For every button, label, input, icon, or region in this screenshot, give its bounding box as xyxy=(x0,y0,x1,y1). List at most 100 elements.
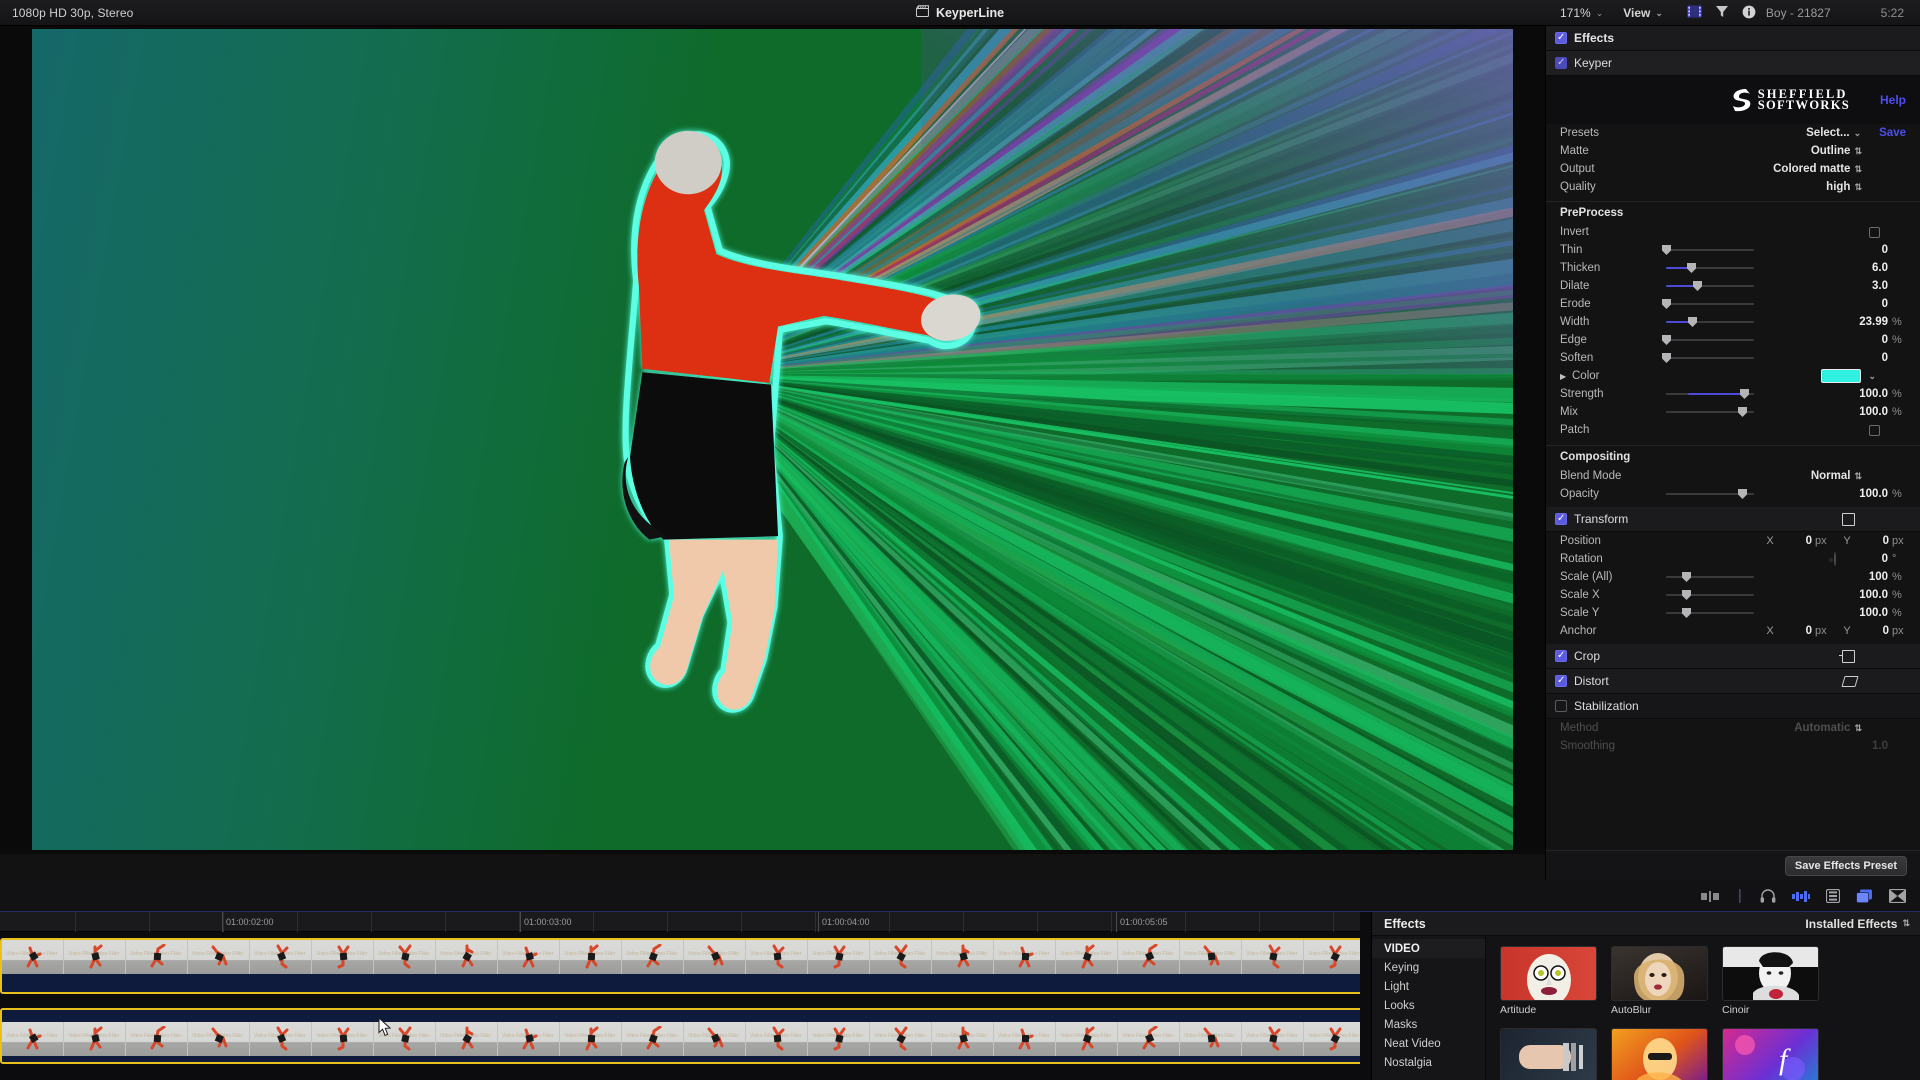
thicken-value[interactable]: 6.0 xyxy=(1848,262,1888,274)
crop-onscreen-controls-icon[interactable] xyxy=(1842,650,1855,663)
distort-onscreen-controls-icon[interactable] xyxy=(1841,676,1858,687)
color-inspector-icon[interactable] xyxy=(1715,5,1729,21)
width-value[interactable]: 23.99 xyxy=(1848,316,1888,328)
matte-dropdown[interactable]: Outline ⇅ xyxy=(1811,145,1862,157)
keyper-enable-checkbox[interactable] xyxy=(1555,57,1567,69)
strength-slider[interactable] xyxy=(1666,388,1754,400)
info-inspector-icon[interactable] xyxy=(1742,5,1756,22)
opacity-slider[interactable] xyxy=(1666,488,1754,500)
cinoir-thumb[interactable] xyxy=(1722,946,1819,1001)
scale-all-value[interactable]: 100 xyxy=(1848,571,1888,583)
effects-category-looks[interactable]: Looks xyxy=(1372,996,1485,1015)
soften-slider[interactable] xyxy=(1666,352,1754,364)
effect-item[interactable]: AutoBlur xyxy=(1611,946,1708,1016)
dilate-slider[interactable] xyxy=(1666,280,1754,292)
clip-appearance-icon[interactable] xyxy=(1826,889,1840,903)
dilate-value[interactable]: 3.0 xyxy=(1848,280,1888,292)
rotation-dial[interactable] xyxy=(1834,552,1836,566)
audio-skimming-icon[interactable] xyxy=(1760,889,1776,903)
mix-value[interactable]: 100.0 xyxy=(1848,406,1888,418)
soften-value[interactable]: 0 xyxy=(1848,352,1888,364)
scale-y-slider[interactable] xyxy=(1666,607,1754,619)
effects-category-neat-video[interactable]: Neat Video xyxy=(1372,1034,1485,1053)
help-link[interactable]: Help xyxy=(1880,93,1906,107)
disclosure-triangle-icon[interactable]: ▶ xyxy=(1560,372,1568,381)
trim-marker-icon[interactable] xyxy=(1701,890,1719,903)
glow-thumb[interactable] xyxy=(1611,1028,1708,1080)
anchor-x-value[interactable]: 0 xyxy=(1778,625,1812,637)
edge-value[interactable]: 0 xyxy=(1848,334,1888,346)
save-effects-preset-button[interactable]: Save Effects Preset xyxy=(1785,856,1907,876)
skimmer-icon[interactable] xyxy=(1735,889,1744,903)
effect-item[interactable]: Artitude xyxy=(1500,946,1597,1016)
video-inspector-icon[interactable] xyxy=(1687,5,1702,21)
zoom-level-dropdown[interactable]: 171% ⌄ xyxy=(1550,0,1613,26)
transform-enable-checkbox[interactable] xyxy=(1555,513,1567,525)
width-slider[interactable] xyxy=(1666,316,1754,328)
stabilization-enable-checkbox[interactable] xyxy=(1555,700,1567,712)
distort-section-header[interactable]: Distort xyxy=(1546,669,1920,694)
rotation-value[interactable]: 0 xyxy=(1854,553,1888,565)
thin-value[interactable]: 0 xyxy=(1848,244,1888,256)
timeline-pane[interactable]: 01:00:02:00 01:00:03:00 01:00:04:00 01:00:0… xyxy=(0,912,1371,1080)
blend-mode-dropdown[interactable]: Normal ⇅ xyxy=(1811,470,1862,482)
scale-y-value[interactable]: 100.0 xyxy=(1848,607,1888,619)
thicken-slider[interactable] xyxy=(1666,262,1754,274)
effect-item[interactable] xyxy=(1500,1028,1597,1080)
effects-category-video[interactable]: VIDEO xyxy=(1372,939,1485,958)
quality-dropdown[interactable]: high ⇅ xyxy=(1826,181,1862,193)
scale-x-value[interactable]: 100.0 xyxy=(1848,589,1888,601)
timeline-clip-selected[interactable]: Video Filler Video Filler Video Filler Vi… xyxy=(0,938,1371,994)
mix-slider[interactable] xyxy=(1666,406,1754,418)
stabilization-section-header[interactable]: Stabilization xyxy=(1546,694,1920,719)
crop-section-header[interactable]: Crop xyxy=(1546,644,1920,669)
transform-onscreen-controls-icon[interactable] xyxy=(1842,513,1855,526)
erode-slider[interactable] xyxy=(1666,298,1754,310)
erode-value[interactable]: 0 xyxy=(1848,298,1888,310)
bleach-thumb[interactable] xyxy=(1500,1028,1597,1080)
effects-thumbnail-grid[interactable]: Artitude AutoBlur Cinoir f xyxy=(1486,936,1920,1080)
effect-item[interactable]: f xyxy=(1722,1028,1819,1080)
effects-category-keying[interactable]: Keying xyxy=(1372,958,1485,977)
effect-item[interactable]: Cinoir xyxy=(1722,946,1819,1016)
effects-filter-dropdown[interactable]: Installed Effects ⇅ xyxy=(1805,917,1910,931)
effect-item[interactable] xyxy=(1611,1028,1708,1080)
color-swatch[interactable] xyxy=(1821,369,1861,383)
edge-slider[interactable] xyxy=(1666,334,1754,346)
filmstrip-frame: Video Filler Video Filler xyxy=(374,940,436,974)
timeline-clip-secondary[interactable]: Video Filler Video Filler Video Filler Vi… xyxy=(0,1008,1371,1064)
crop-enable-checkbox[interactable] xyxy=(1555,650,1567,662)
presets-dropdown[interactable]: Select... ⌄ xyxy=(1806,127,1861,139)
effects-category-light[interactable]: Light xyxy=(1372,977,1485,996)
scale-x-slider[interactable] xyxy=(1666,589,1754,601)
presets-save-button[interactable]: Save xyxy=(1879,127,1906,139)
artitude-thumb[interactable] xyxy=(1500,946,1597,1001)
autoblur-thumb[interactable] xyxy=(1611,946,1708,1001)
effects-browser-icon[interactable] xyxy=(1856,889,1873,904)
flare-thumb[interactable]: f xyxy=(1722,1028,1819,1080)
strength-value[interactable]: 100.0 xyxy=(1848,388,1888,400)
effects-category-list[interactable]: VIDEO Keying Light Looks Masks Neat Video Nost… xyxy=(1372,936,1486,1080)
output-dropdown[interactable]: Colored matte ⇅ xyxy=(1773,163,1862,175)
transform-section-header[interactable]: Transform xyxy=(1546,507,1920,532)
video-canvas[interactable] xyxy=(32,29,1513,850)
thin-slider[interactable] xyxy=(1666,244,1754,256)
solo-icon[interactable] xyxy=(1792,890,1810,903)
patch-checkbox[interactable] xyxy=(1869,425,1880,436)
effects-category-masks[interactable]: Masks xyxy=(1372,1015,1485,1034)
chevron-down-icon[interactable]: ⌄ xyxy=(1868,371,1876,382)
invert-checkbox[interactable] xyxy=(1869,227,1880,238)
distort-enable-checkbox[interactable] xyxy=(1555,675,1567,687)
position-y-value[interactable]: 0 xyxy=(1855,535,1889,547)
timeline-ruler[interactable]: 01:00:02:00 01:00:03:00 01:00:04:00 01:00:0… xyxy=(0,912,1371,932)
effects-section-header[interactable]: Effects xyxy=(1546,26,1920,51)
position-x-value[interactable]: 0 xyxy=(1778,535,1812,547)
effects-category-nostalgia[interactable]: Nostalgia xyxy=(1372,1053,1485,1072)
view-dropdown[interactable]: View ⌄ xyxy=(1613,0,1673,26)
scale-all-slider[interactable] xyxy=(1666,571,1754,583)
effects-enable-checkbox[interactable] xyxy=(1555,32,1567,44)
keyper-section-header[interactable]: Keyper xyxy=(1546,51,1920,76)
opacity-value[interactable]: 100.0 xyxy=(1848,488,1888,500)
anchor-y-value[interactable]: 0 xyxy=(1855,625,1889,637)
transitions-browser-icon[interactable] xyxy=(1889,889,1906,903)
